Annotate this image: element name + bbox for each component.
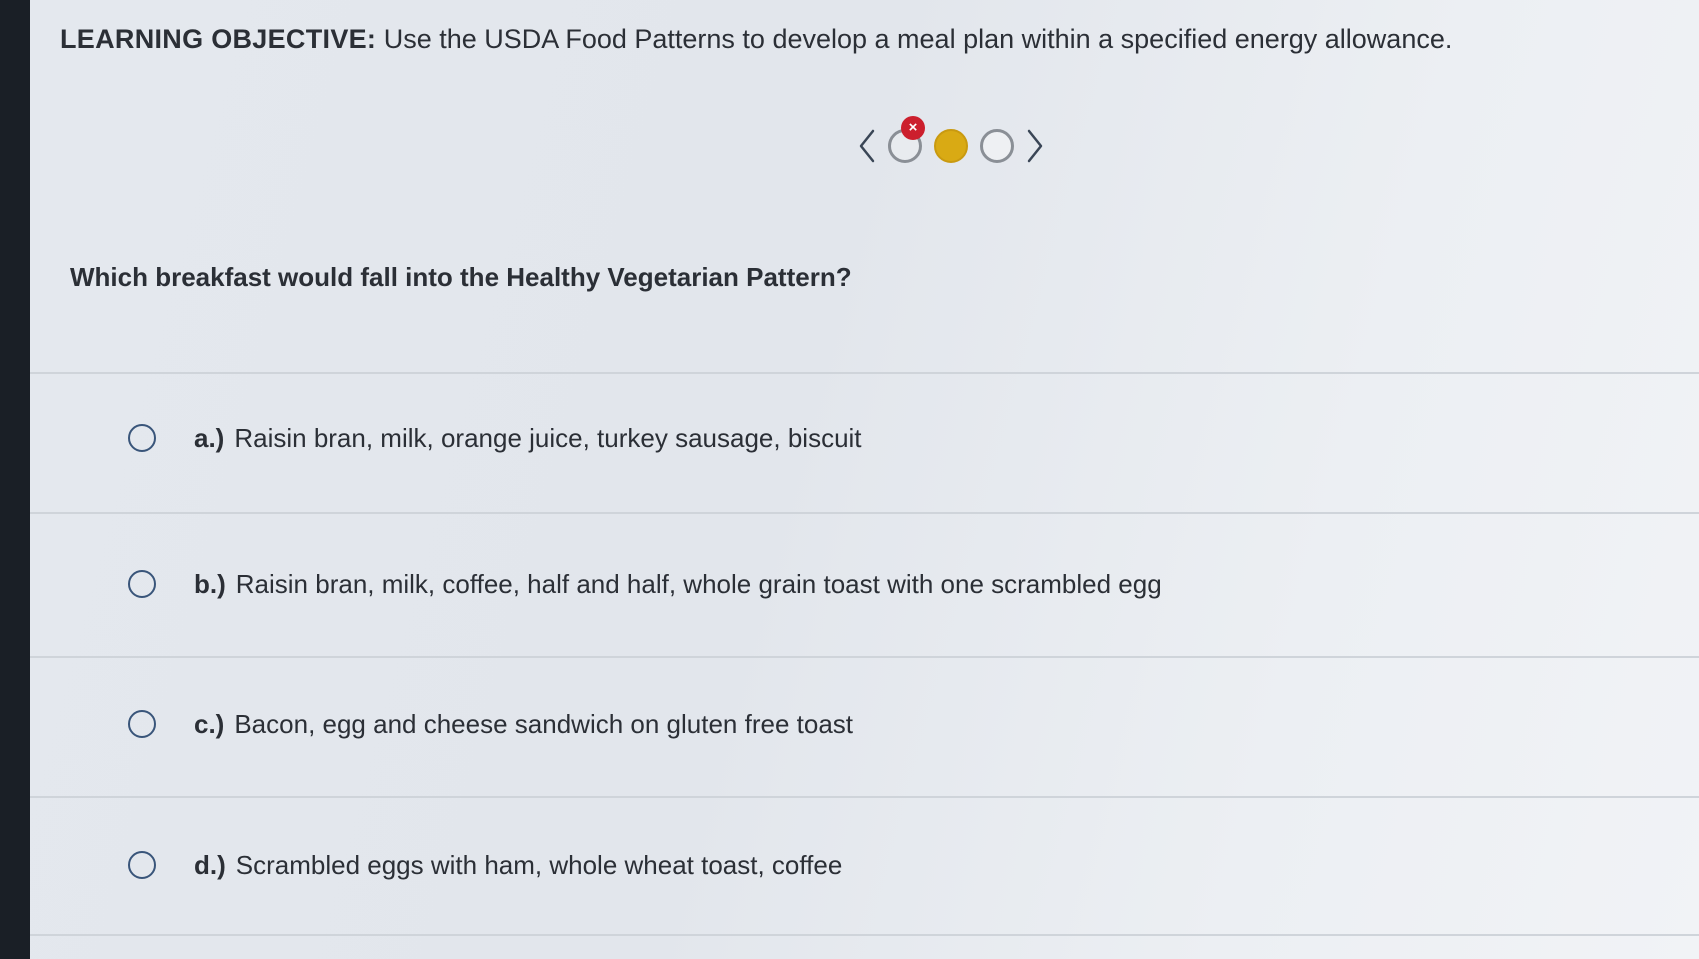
radio-button-b[interactable]: [128, 570, 156, 598]
question-dot-3-unanswered[interactable]: [980, 129, 1014, 163]
quiz-screen: LEARNING OBJECTIVE: Use the USDA Food Pa…: [30, 0, 1699, 959]
option-letter: d.): [194, 849, 226, 880]
incorrect-x-icon: ×: [901, 116, 925, 140]
option-text: Scrambled eggs with ham, whole wheat toa…: [235, 849, 843, 880]
answer-option-d[interactable]: d.) Scrambled eggs with ham, whole wheat …: [128, 845, 1528, 885]
objective-text: Use the USDA Food Patterns to develop a …: [383, 24, 1453, 54]
radio-button-d[interactable]: [128, 851, 156, 879]
objective-label: LEARNING OBJECTIVE:: [60, 24, 377, 54]
question-prompt: Which breakfast would fall into the Heal…: [70, 262, 852, 292]
divider: [30, 512, 1699, 514]
option-letter: b.): [194, 568, 226, 599]
option-label-a: a.) Raisin bran, milk, orange juice, turk…: [194, 423, 862, 454]
learning-objective: LEARNING OBJECTIVE: Use the USDA Food Pa…: [60, 24, 1452, 55]
answer-option-c[interactable]: c.) Bacon, egg and cheese sandwich on glu…: [128, 704, 1528, 744]
radio-button-c[interactable]: [128, 710, 156, 738]
option-label-d: d.) Scrambled eggs with ham, whole wheat …: [194, 850, 842, 881]
chevron-left-icon[interactable]: [852, 124, 882, 168]
option-text: Bacon, egg and cheese sandwich on gluten…: [234, 708, 853, 739]
divider: [30, 796, 1699, 798]
divider: [30, 656, 1699, 658]
question-dot-1-incorrect[interactable]: ×: [888, 116, 925, 163]
option-letter: c.): [194, 708, 225, 739]
radio-button-a[interactable]: [128, 424, 156, 452]
question-pager: ×: [852, 116, 1050, 174]
option-letter: a.): [194, 422, 225, 453]
divider: [30, 934, 1699, 936]
option-text: Raisin bran, milk, coffee, half and half…: [235, 568, 1162, 599]
chevron-right-icon[interactable]: [1020, 124, 1050, 168]
option-text: Raisin bran, milk, orange juice, turkey …: [234, 422, 862, 453]
question-dot-2-current[interactable]: [934, 129, 968, 163]
answer-option-a[interactable]: a.) Raisin bran, milk, orange juice, turk…: [128, 418, 1528, 458]
option-label-b: b.) Raisin bran, milk, coffee, half and h…: [194, 569, 1162, 600]
answer-option-b[interactable]: b.) Raisin bran, milk, coffee, half and h…: [128, 564, 1528, 604]
divider: [30, 372, 1699, 374]
option-label-c: c.) Bacon, egg and cheese sandwich on glu…: [194, 709, 853, 740]
